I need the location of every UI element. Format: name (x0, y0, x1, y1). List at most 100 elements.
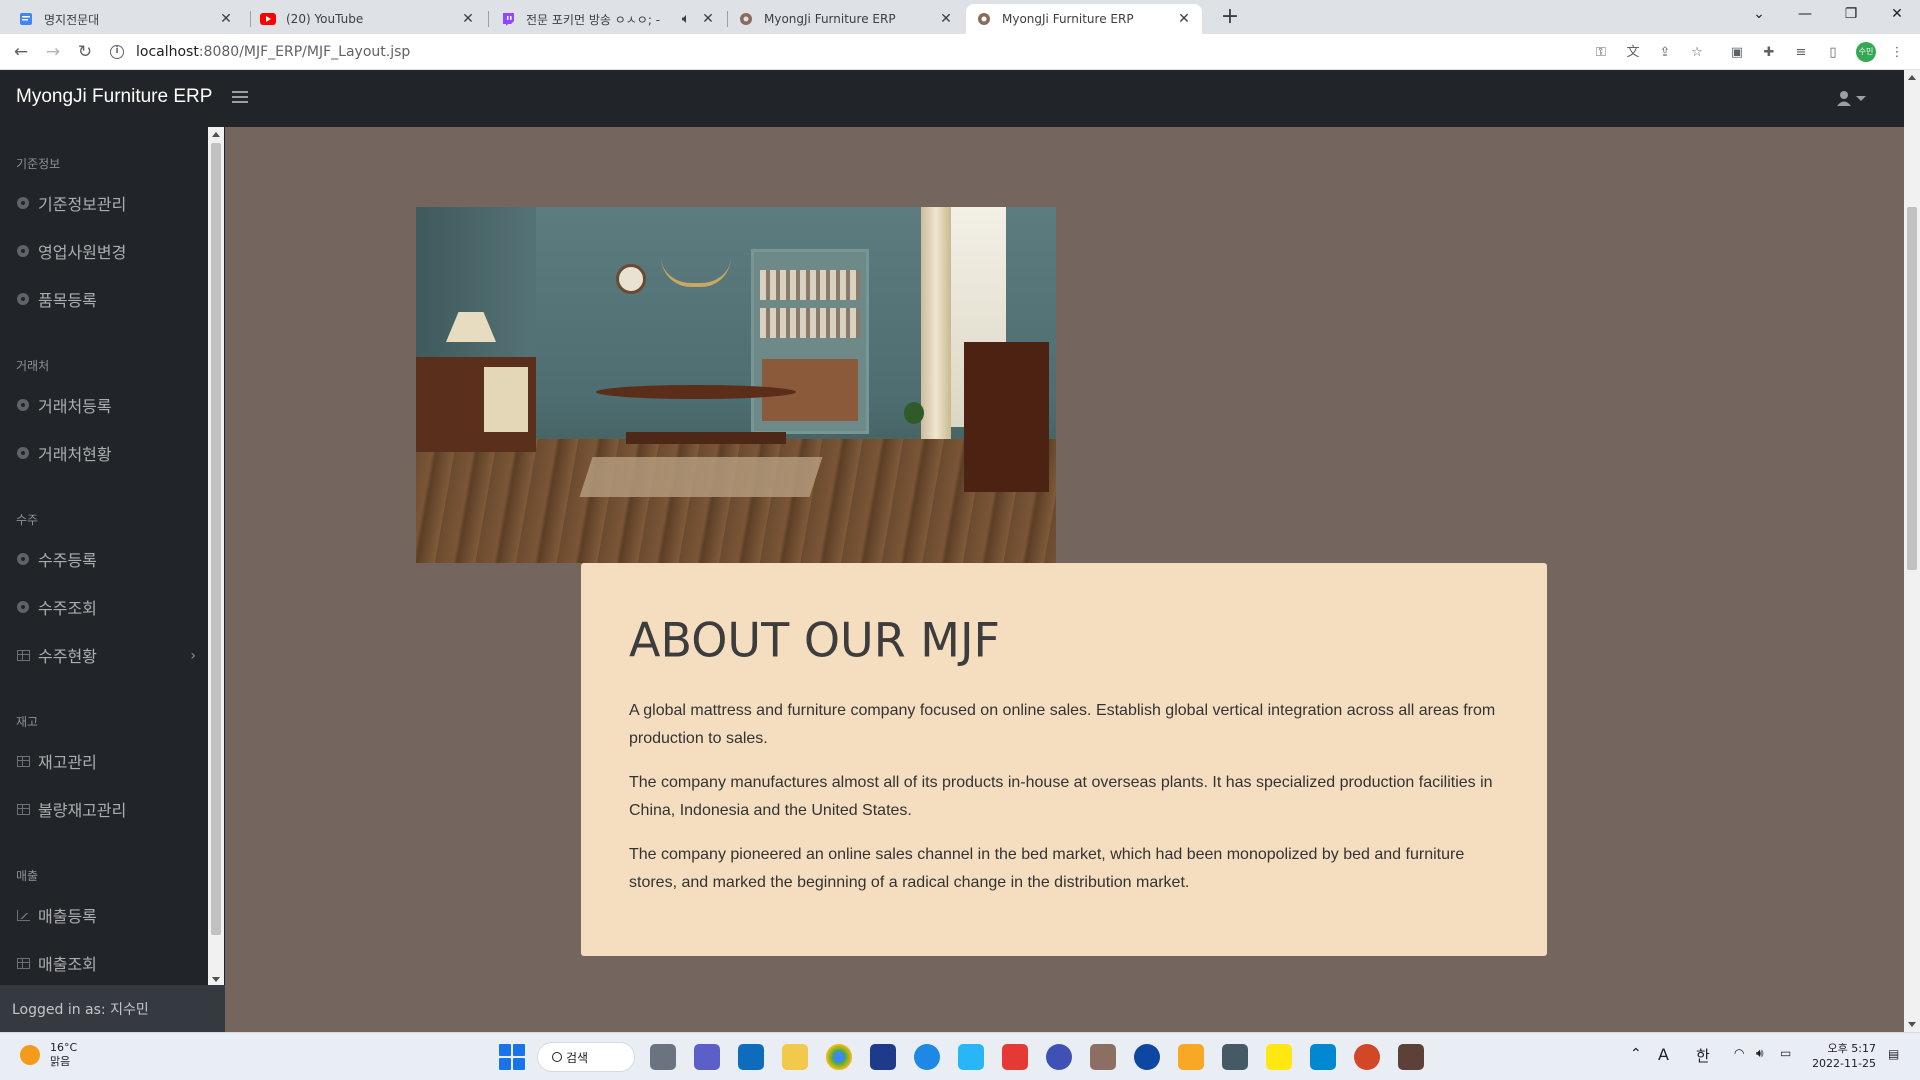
close-icon[interactable]: ✕ (1176, 11, 1192, 27)
scroll-down-arrow-icon[interactable] (1908, 1022, 1916, 1027)
close-icon[interactable]: ✕ (218, 11, 234, 27)
powerpoint-icon[interactable] (1354, 1044, 1380, 1070)
browser-tab[interactable]: 전문 포키먼 방송 ㅇㅅㅇ; - 🔈︎ ✕ (490, 4, 726, 34)
mail-icon[interactable] (738, 1044, 764, 1070)
sidebar-item-order-lookup[interactable]: 수주조회 (16, 593, 196, 621)
address-bar[interactable]: i localhost:8080/MJF_ERP/MJF_Layout.jsp (110, 38, 1610, 66)
sidebar-menu: 기준정보 기준정보관리 영업사원변경 품목등록 거래처 거래처등록 거래처현황 … (0, 127, 208, 987)
sidebar-toggle-icon[interactable] (232, 88, 248, 104)
browser-tab-active[interactable]: MyongJi Furniture ERP ✕ (966, 4, 1202, 34)
close-icon[interactable]: ✕ (460, 11, 476, 27)
furniture-room-image (416, 207, 1056, 563)
scrollbar-thumb[interactable] (1907, 207, 1917, 570)
app-icon[interactable] (1134, 1044, 1160, 1070)
app-icon[interactable] (1178, 1044, 1204, 1070)
user-menu-dropdown[interactable] (1836, 88, 1872, 108)
sidebar-item-order-register[interactable]: 수주등록 (16, 545, 196, 573)
close-window-button[interactable]: ✕ (1874, 0, 1920, 30)
chrome-icon[interactable] (826, 1044, 852, 1070)
restore-button[interactable]: ❐ (1828, 0, 1874, 30)
close-icon[interactable]: ✕ (700, 11, 716, 27)
battery-icon[interactable]: ▭ (1780, 1046, 1791, 1060)
bookmark-star-icon[interactable]: ☆ (1688, 44, 1706, 62)
app-icon[interactable] (1002, 1044, 1028, 1070)
chevron-up-icon[interactable]: ⌃ (1630, 1046, 1642, 1062)
monitor-icon[interactable] (958, 1044, 984, 1070)
eclipse-icon[interactable] (1046, 1044, 1072, 1070)
media-icon[interactable]: ≡ (1792, 44, 1810, 62)
url-text: localhost:8080/MJF_ERP/MJF_Layout.jsp (136, 44, 411, 60)
sidebar-item-label: 매출조회 (38, 955, 97, 974)
task-view-icon[interactable] (650, 1044, 676, 1070)
ime-language[interactable]: 한 (1696, 1045, 1710, 1066)
extension-icon[interactable]: ▣ (1728, 44, 1746, 62)
browser-tab[interactable]: MyongJi Furniture ERP ✕ (728, 4, 964, 34)
app-icon[interactable] (870, 1044, 896, 1070)
scroll-up-arrow-icon[interactable] (212, 132, 220, 137)
browser-tab[interactable]: (20) YouTube ✕ (250, 4, 486, 34)
notification-icon[interactable]: ▤ (1888, 1047, 1899, 1061)
minimize-button[interactable]: — (1782, 0, 1828, 30)
taskbar-search[interactable]: 검색 (537, 1042, 635, 1072)
brand-title[interactable]: MyongJi Furniture ERP (16, 86, 212, 108)
sidebar-item-defect-inventory[interactable]: 불량재고관리 (16, 795, 196, 823)
page-scrollbar[interactable] (1904, 70, 1920, 1032)
sidebar-scrollbar[interactable] (208, 127, 224, 987)
sidebar-item-sales-lookup[interactable]: 매출조회 (16, 949, 196, 977)
table-icon (16, 648, 30, 662)
close-icon[interactable]: ✕ (938, 11, 954, 27)
reload-button[interactable]: ↻ (73, 40, 97, 64)
translate-icon[interactable]: 文 (1624, 44, 1642, 62)
share-icon[interactable]: ⇪ (1656, 44, 1674, 62)
side-panel-icon[interactable]: ▯ (1824, 44, 1842, 62)
ime-mode[interactable]: A (1658, 1045, 1669, 1064)
file-explorer-icon[interactable] (782, 1044, 808, 1070)
search-label: 검색 (566, 1050, 589, 1065)
wifi-icon[interactable]: ◠ (1734, 1046, 1744, 1060)
sidebar-item-product-register[interactable]: 품목등록 (16, 285, 196, 313)
key-icon[interactable]: ⚿ (1592, 44, 1610, 62)
windows-start-icon[interactable] (499, 1044, 525, 1070)
menu-kebab-icon[interactable]: ⋮ (1888, 44, 1906, 62)
sidebar-item-client-register[interactable]: 거래처등록 (16, 391, 196, 419)
sidebar-item-order-status[interactable]: 수주현황 › (16, 641, 196, 669)
virtualbox-icon[interactable] (1222, 1044, 1248, 1070)
app-icon[interactable] (1310, 1044, 1336, 1070)
browser-tab[interactable]: 명지전문대 ✕ (8, 4, 244, 34)
teams-chat-icon[interactable] (694, 1044, 720, 1070)
info-icon[interactable]: i (110, 45, 124, 59)
scroll-up-arrow-icon[interactable] (1908, 75, 1916, 80)
tab-title: 전문 포키먼 방송 ㅇㅅㅇ; - (526, 12, 661, 27)
profile-avatar[interactable]: 수민 (1856, 42, 1876, 62)
forward-button[interactable]: → (41, 40, 65, 64)
app-page: MyongJi Furniture ERP 기준정보 기준정보관리 영업사원변경… (0, 70, 1920, 1032)
sidebar-item-label: 매출등록 (38, 907, 97, 926)
app-icon[interactable] (1398, 1044, 1424, 1070)
sidebar-item-sales-rep[interactable]: 영업사원변경 (16, 237, 196, 265)
weather-temp: 16°C (50, 1041, 78, 1054)
puzzle-icon[interactable]: ✚ (1760, 44, 1778, 62)
app-icon[interactable] (1090, 1044, 1116, 1070)
kakaotalk-icon[interactable] (1266, 1044, 1292, 1070)
sidebar-item-label: 영업사원변경 (38, 243, 127, 262)
sidebar-heading: 거래처 (16, 359, 50, 373)
sidebar-item-client-status[interactable]: 거래처현황 (16, 439, 196, 467)
scroll-down-arrow-icon[interactable] (212, 977, 220, 982)
app-icon[interactable] (914, 1044, 940, 1070)
taskbar-clock[interactable]: 오후 5:17 2022-11-25 (1812, 1041, 1876, 1071)
scrollbar-thumb[interactable] (211, 143, 221, 935)
sidebar-item-sales-register[interactable]: 매출등록 (16, 901, 196, 929)
tab-title: MyongJi Furniture ERP (764, 12, 896, 26)
sidebar-item-inventory[interactable]: 재고관리 (16, 747, 196, 775)
windows-taskbar: 16°C 맑음 검색 ⌃ A 한 ◠ 🔊︎ ▭ 오후 5:17 2022-11-2… (0, 1032, 1920, 1080)
sidebar-item-basic-info[interactable]: 기준정보관리 (16, 189, 196, 217)
sidebar: 기준정보 기준정보관리 영업사원변경 품목등록 거래처 거래처등록 거래처현황 … (0, 127, 225, 1032)
speaker-icon[interactable]: 🔈︎ (678, 11, 694, 27)
back-button[interactable]: ← (9, 40, 33, 64)
user-icon (1837, 91, 1851, 106)
weather-widget[interactable]: 16°C 맑음 (20, 1041, 77, 1069)
tab-search-button[interactable]: ⌄ (1736, 0, 1782, 30)
sidebar-item-label: 불량재고관리 (38, 801, 127, 820)
volume-icon[interactable]: 🔊︎ (1756, 1046, 1764, 1061)
new-tab-button[interactable]: + (1216, 4, 1244, 32)
